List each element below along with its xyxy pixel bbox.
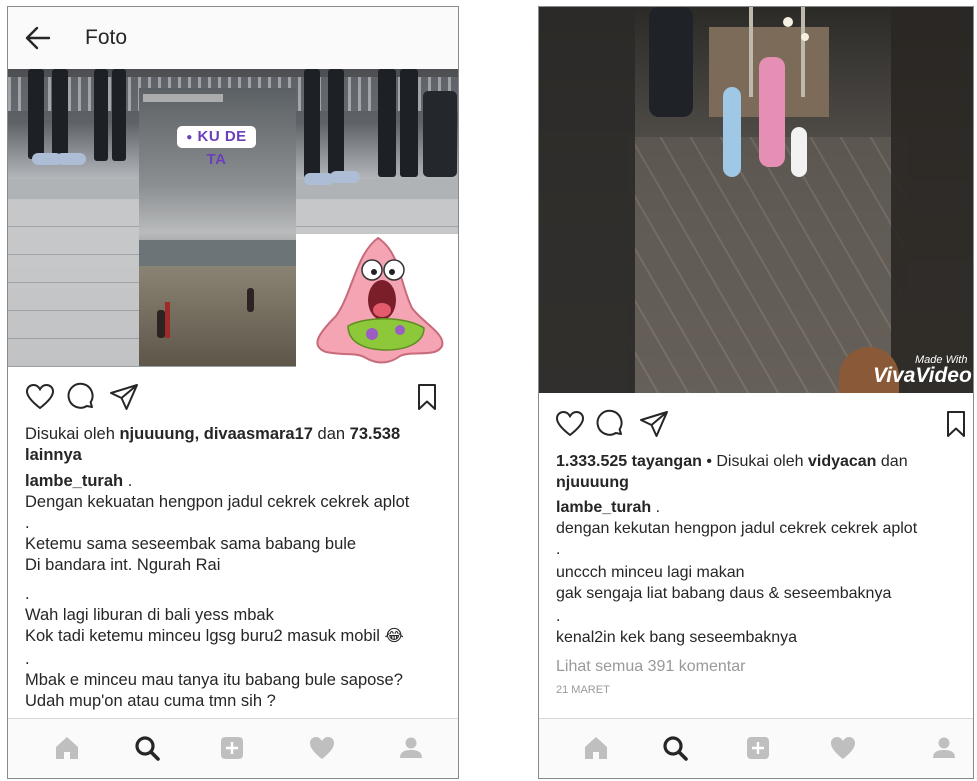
likes-suffix[interactable]: lainnya bbox=[25, 446, 82, 464]
share-send-icon[interactable] bbox=[639, 409, 669, 439]
caption-line: . bbox=[556, 541, 561, 558]
caption-line: . bbox=[25, 585, 30, 603]
post-username[interactable]: lambe_turah bbox=[556, 499, 651, 516]
likes-line: Disukai oleh njuuuung, divaasmara17 dan … bbox=[25, 425, 401, 443]
bottom-nav bbox=[539, 718, 973, 778]
caption-line: Mbak e minceu mau tanya itu babang bule … bbox=[25, 671, 403, 689]
post-actions bbox=[539, 409, 973, 449]
heart-icon[interactable] bbox=[307, 733, 337, 763]
caption-line: Di bandara int. Ngurah Rai bbox=[25, 556, 221, 574]
post-text: 1.333.525 tayangan • Disukai oleh vidyac… bbox=[556, 451, 959, 701]
caption-line: unccch minceu lagi makan bbox=[556, 564, 745, 581]
watermark-line2: VivaVideo bbox=[873, 364, 972, 387]
home-icon[interactable] bbox=[52, 733, 82, 763]
bookmark-icon[interactable] bbox=[941, 409, 971, 439]
caption-line: Dengan kekuatan hengpon jadul cekrek cek… bbox=[25, 493, 410, 511]
view-all-comments-link[interactable]: Lihat semua 391 komentar bbox=[556, 656, 959, 677]
post-text: Disukai oleh njuuuung, divaasmara17 dan … bbox=[25, 424, 444, 712]
caption-line: dengan kekutan hengpon jadul cekrek cekr… bbox=[556, 520, 918, 537]
like-heart-icon[interactable] bbox=[25, 382, 55, 412]
patrick-sticker bbox=[296, 234, 458, 367]
liked-by-user[interactable]: njuuuung bbox=[556, 474, 629, 491]
liked-by-user[interactable]: vidyacan bbox=[808, 453, 876, 470]
header: Foto bbox=[8, 7, 458, 69]
left-post-screen: Foto ● KU DE TA Disukai oleh njuuuung, d… bbox=[7, 6, 459, 779]
patrick-star-icon bbox=[316, 236, 444, 364]
share-send-icon[interactable] bbox=[109, 382, 139, 412]
home-icon[interactable] bbox=[581, 733, 611, 763]
search-icon[interactable] bbox=[660, 733, 690, 763]
heart-icon[interactable] bbox=[828, 733, 858, 763]
right-post-screen: Made With VivaVideo 1.333.525 tayangan •… bbox=[538, 6, 974, 779]
profile-icon[interactable] bbox=[929, 733, 959, 763]
bottom-nav bbox=[8, 718, 458, 778]
caption-line: Udah mup'on atau cuma tmn sih ? bbox=[25, 692, 276, 710]
caption-line: . bbox=[556, 608, 561, 625]
location-tag: ● KU DE TA bbox=[177, 126, 256, 168]
caption-line: Ketemu sama seseembak sama babang bule bbox=[25, 535, 357, 553]
post-photo[interactable]: ● KU DE TA bbox=[8, 69, 458, 367]
caption-line: . bbox=[25, 514, 30, 532]
story-screenshot: ● KU DE TA bbox=[139, 88, 296, 366]
page-title: Foto bbox=[85, 26, 128, 49]
add-post-icon[interactable] bbox=[743, 733, 773, 763]
caption-line: gak sengaja liat babang daus & seseembak… bbox=[556, 585, 892, 602]
tears-of-joy-emoji: 😂 bbox=[384, 627, 404, 645]
caption-line: kenal2in kek bang seseembaknya bbox=[556, 629, 798, 646]
caption-line: Wah lagi liburan di bali yess mbak bbox=[25, 606, 274, 624]
liked-by-users[interactable]: njuuuung, divaasmara17 bbox=[119, 425, 312, 443]
comment-bubble-icon[interactable] bbox=[596, 409, 626, 439]
back-arrow-icon[interactable] bbox=[25, 26, 51, 50]
search-icon[interactable] bbox=[132, 733, 162, 763]
post-date: 21 MARET bbox=[556, 684, 610, 696]
post-username[interactable]: lambe_turah bbox=[25, 472, 123, 490]
post-actions bbox=[8, 382, 458, 422]
like-heart-icon[interactable] bbox=[555, 409, 585, 439]
comment-bubble-icon[interactable] bbox=[67, 382, 97, 412]
view-count[interactable]: 1.333.525 tayangan bbox=[556, 453, 702, 470]
profile-icon[interactable] bbox=[396, 733, 426, 763]
views-line: 1.333.525 tayangan • Disukai oleh vidyac… bbox=[556, 453, 908, 470]
likes-count[interactable]: 73.538 bbox=[350, 425, 400, 443]
add-post-icon[interactable] bbox=[217, 733, 247, 763]
bookmark-icon[interactable] bbox=[412, 382, 442, 412]
post-video[interactable]: Made With VivaVideo bbox=[539, 7, 973, 393]
caption-line: Kok tadi ketemu minceu lgsg buru2 masuk … bbox=[25, 627, 404, 645]
caption-line: . bbox=[25, 650, 30, 668]
